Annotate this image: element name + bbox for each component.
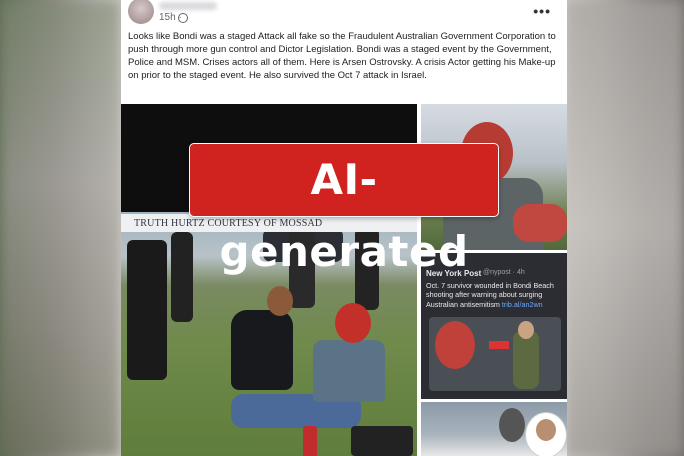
globe-icon	[178, 13, 188, 23]
photo-makeup-tray	[351, 426, 413, 456]
photo-man-silhouette	[499, 408, 525, 442]
photo-man-head	[435, 321, 475, 369]
photo-camera-operator	[127, 240, 167, 380]
photo-man-body	[313, 340, 385, 402]
background-right	[566, 0, 684, 456]
ai-generated-label: AI-generated	[219, 155, 469, 276]
ai-generated-banner: AI-generated	[190, 144, 498, 276]
photo-makeup-artist	[231, 310, 293, 390]
photo-crew-member	[171, 232, 193, 322]
post-header: 15h · •••	[121, 0, 567, 26]
post-text: Looks like Bondi was a staged Attack all…	[128, 31, 556, 81]
photo-bottle	[303, 426, 317, 456]
bottom-right-photo[interactable]	[421, 402, 567, 456]
photo-man-head	[335, 303, 371, 343]
tweet-image	[429, 317, 561, 391]
more-options-icon[interactable]: •••	[533, 3, 551, 19]
author-name-redacted	[159, 2, 217, 10]
avatar[interactable]	[128, 0, 154, 24]
tweet-link: trib.al/an2wn	[501, 299, 543, 309]
photo-sign	[489, 341, 509, 349]
photo-man-head	[518, 321, 534, 339]
photo-man-body	[513, 331, 539, 389]
photo-makeup-artist-head	[267, 286, 293, 316]
photo-inset-portrait	[525, 412, 567, 456]
photo-inset-face	[536, 419, 556, 441]
tweet-handle: @nypost · 4h	[483, 269, 525, 276]
background-left	[0, 0, 120, 456]
photo-man-arm	[513, 204, 567, 242]
